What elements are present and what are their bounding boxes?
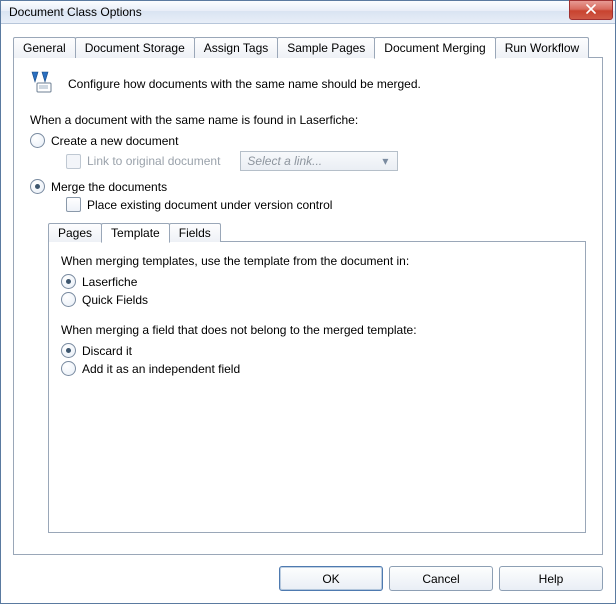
close-icon bbox=[586, 3, 596, 17]
checkbox-link-original: Link to original document Select a link.… bbox=[66, 151, 586, 171]
help-button[interactable]: Help bbox=[499, 566, 603, 591]
window-title: Document Class Options bbox=[9, 5, 569, 19]
inner-tab-fields[interactable]: Fields bbox=[169, 223, 221, 242]
merging-field-label: When merging a field that does not belon… bbox=[61, 323, 573, 337]
tab-document-merging[interactable]: Document Merging bbox=[374, 37, 495, 59]
close-button[interactable] bbox=[569, 0, 613, 20]
radio-create-new-label: Create a new document bbox=[51, 134, 178, 148]
radio-field-add-independent[interactable]: Add it as an independent field bbox=[61, 361, 573, 376]
when-found-label: When a document with the same name is fo… bbox=[30, 113, 586, 127]
radio-template-laserfiche[interactable]: Laserfiche bbox=[61, 274, 573, 289]
dialog-buttons: OK Cancel Help bbox=[1, 556, 615, 603]
tab-sample-pages[interactable]: Sample Pages bbox=[277, 37, 375, 58]
ok-button[interactable]: OK bbox=[279, 566, 383, 591]
radio-create-new[interactable]: Create a new document bbox=[30, 133, 586, 148]
cancel-button[interactable]: Cancel bbox=[389, 566, 493, 591]
radio-template-quickfields[interactable]: Quick Fields bbox=[61, 292, 573, 307]
main-tabstrip: General Document Storage Assign Tags Sam… bbox=[13, 36, 603, 58]
radio-field-discard-label: Discard it bbox=[82, 344, 132, 358]
tab-assign-tags[interactable]: Assign Tags bbox=[194, 37, 278, 58]
checkbox-version-control[interactable]: Place existing document under version co… bbox=[66, 197, 586, 212]
radio-template-quickfields-label: Quick Fields bbox=[82, 293, 148, 307]
tab-general[interactable]: General bbox=[13, 37, 76, 58]
radio-merge-docs[interactable]: Merge the documents bbox=[30, 179, 586, 194]
merging-templates-label: When merging templates, use the template… bbox=[61, 254, 573, 268]
tab-document-storage[interactable]: Document Storage bbox=[75, 37, 195, 58]
merge-icon bbox=[30, 70, 58, 97]
chevron-down-icon: ▾ bbox=[377, 154, 393, 168]
inner-tab-pages[interactable]: Pages bbox=[48, 223, 102, 242]
inner-tab-area: Pages Template Fields When merging templ… bbox=[48, 222, 586, 534]
tab-panel-document-merging: Configure how documents with the same na… bbox=[13, 57, 603, 555]
radio-icon bbox=[61, 361, 76, 376]
radio-icon bbox=[61, 292, 76, 307]
radio-field-add-independent-label: Add it as an independent field bbox=[82, 362, 240, 376]
link-original-label: Link to original document bbox=[87, 154, 220, 168]
radio-icon bbox=[61, 274, 76, 289]
radio-icon bbox=[61, 343, 76, 358]
inner-panel-template: When merging templates, use the template… bbox=[48, 241, 586, 533]
content-area: General Document Storage Assign Tags Sam… bbox=[1, 24, 615, 556]
select-link-placeholder: Select a link... bbox=[247, 154, 322, 168]
select-link-combo: Select a link... ▾ bbox=[240, 151, 398, 171]
version-control-label: Place existing document under version co… bbox=[87, 198, 332, 212]
radio-template-laserfiche-label: Laserfiche bbox=[82, 275, 137, 289]
radio-field-discard[interactable]: Discard it bbox=[61, 343, 573, 358]
checkbox-icon bbox=[66, 154, 81, 169]
description-text: Configure how documents with the same na… bbox=[68, 77, 421, 91]
radio-icon bbox=[30, 179, 45, 194]
tab-run-workflow[interactable]: Run Workflow bbox=[495, 37, 589, 58]
inner-tab-template[interactable]: Template bbox=[101, 223, 170, 243]
checkbox-icon bbox=[66, 197, 81, 212]
radio-merge-docs-label: Merge the documents bbox=[51, 180, 167, 194]
titlebar: Document Class Options bbox=[1, 1, 615, 24]
description-row: Configure how documents with the same na… bbox=[30, 70, 586, 97]
radio-icon bbox=[30, 133, 45, 148]
inner-tabstrip: Pages Template Fields bbox=[48, 222, 586, 242]
dialog-window: Document Class Options General Document … bbox=[0, 0, 616, 604]
